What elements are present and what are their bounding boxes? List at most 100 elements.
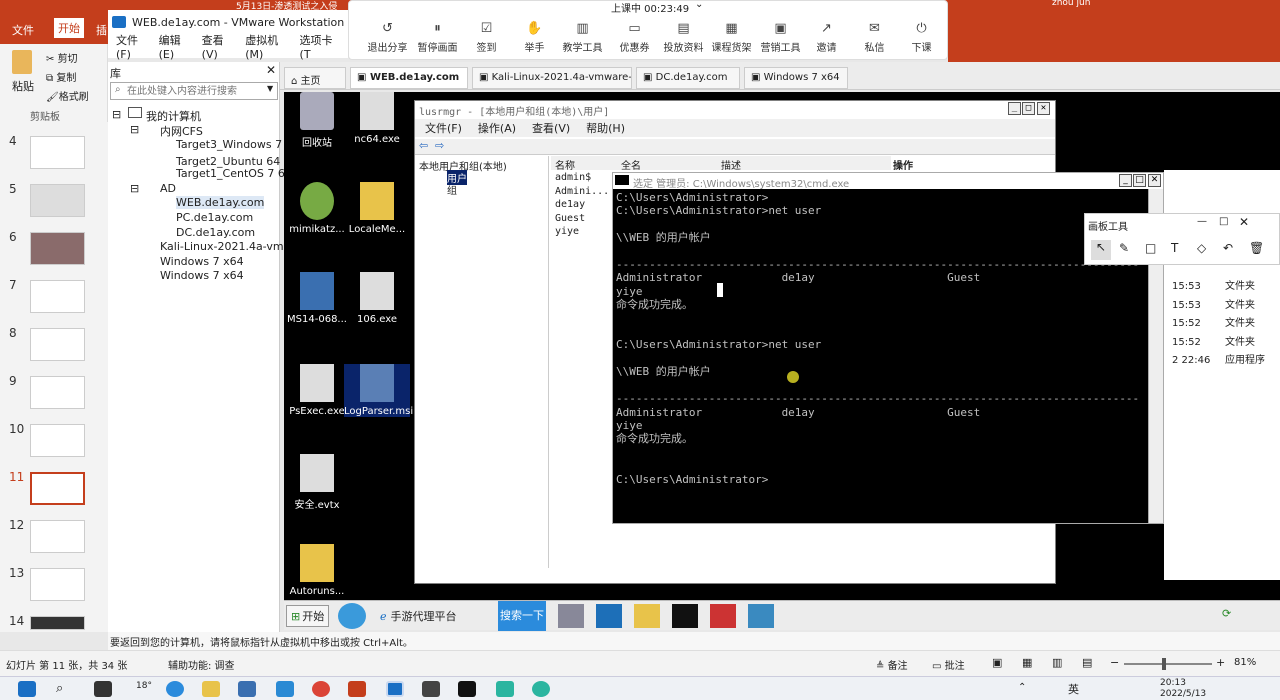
slide-thumb[interactable]	[30, 232, 85, 265]
menu-view[interactable]: 查看(V)	[532, 120, 570, 136]
library-search-box[interactable]: ⌕ ▼	[110, 82, 278, 100]
comments-button[interactable]: ▭ 批注	[932, 657, 965, 672]
menu-help[interactable]: 帮助(H)	[586, 120, 625, 136]
maximize-icon[interactable]: □	[1219, 216, 1228, 227]
desktop-icon-recycle-bin[interactable]: 回收站	[284, 92, 350, 149]
menu-tabs[interactable]: 选项卡(T	[300, 32, 336, 61]
close-icon[interactable]: ✕	[1239, 215, 1249, 229]
tree-group-cfs[interactable]: 内网CFS	[160, 123, 203, 139]
slide-thumb-active[interactable]	[30, 472, 85, 505]
screenshot-app-icon[interactable]	[422, 681, 440, 697]
tree-toggle-icon[interactable]: ⊟	[112, 108, 121, 121]
end-class-button[interactable]: ⏻ 下课	[897, 21, 946, 54]
start-icon[interactable]	[18, 681, 36, 697]
clock-date[interactable]: 2022/5/13	[1160, 689, 1206, 699]
menu-file[interactable]: 文件(F)	[425, 120, 462, 136]
explorer-icon[interactable]	[634, 604, 660, 628]
search-icon[interactable]: ⌕	[56, 681, 74, 697]
list-item[interactable]: Admini...	[555, 185, 609, 199]
desktop-icon-psexec[interactable]: PsExec.exe	[284, 364, 350, 417]
tree-vm-item[interactable]: Windows 7 x64	[160, 255, 244, 268]
tree-vm-item[interactable]: Windows 7 x64	[160, 269, 244, 282]
start-button[interactable]: ⊞ 开始	[286, 605, 330, 627]
powerpoint-icon[interactable]	[348, 681, 366, 697]
mail-icon[interactable]	[238, 681, 256, 697]
back-icon[interactable]: ⇦	[419, 139, 428, 152]
tree-group-ad[interactable]: AD	[160, 182, 176, 195]
search-button[interactable]: 搜索一下	[498, 601, 546, 631]
close-icon[interactable]: ✕	[266, 63, 276, 77]
teaching-tools-button[interactable]: ▥ 教学工具	[558, 21, 607, 54]
tree-toggle-icon[interactable]: ⊟	[130, 123, 139, 136]
slide-thumb[interactable]	[30, 376, 85, 409]
task-view-icon[interactable]	[94, 681, 112, 697]
text-tool-icon[interactable]: T	[1171, 241, 1178, 255]
slide-thumb[interactable]	[30, 568, 85, 601]
slide-thumb[interactable]	[30, 280, 85, 313]
undo-tool-icon[interactable]: ↶	[1223, 241, 1233, 255]
eraser-tool-icon[interactable]: ◇	[1197, 241, 1206, 255]
minimize-button[interactable]: _	[1119, 174, 1132, 187]
maximize-button[interactable]: □	[1022, 102, 1035, 115]
sorter-view-icon[interactable]: ▦	[1022, 656, 1032, 669]
app-icon[interactable]	[276, 681, 294, 697]
maximize-button[interactable]: □	[1133, 174, 1146, 187]
cmd-task-icon[interactable]	[672, 604, 698, 628]
menu-view[interactable]: 查看(V)	[202, 32, 234, 61]
minimize-icon[interactable]: —	[1197, 216, 1207, 227]
close-button[interactable]: ✕	[1148, 174, 1161, 187]
tree-vm-item[interactable]: Kali-Linux-2021.4a-vmwa	[160, 240, 299, 253]
forward-icon[interactable]: ⇨	[435, 139, 444, 152]
tree-vm-item[interactable]: Target3_Windows 7 (	[176, 138, 290, 151]
tree-vm-item-selected[interactable]: WEB.de1ay.com	[176, 196, 265, 209]
format-painter-button[interactable]: 🖌格式刷	[46, 88, 89, 103]
desktop-icon-logparser[interactable]: LogParser.msi	[344, 364, 413, 417]
list-item[interactable]: admin$	[555, 171, 609, 185]
menu-edit[interactable]: 编辑(E)	[159, 32, 190, 61]
users-icon[interactable]	[748, 604, 774, 628]
menu-action[interactable]: 操作(A)	[478, 120, 516, 136]
library-search-input[interactable]	[127, 84, 259, 98]
slideshow-icon[interactable]: ▤	[1082, 656, 1092, 669]
tab-file[interactable]: 文件	[12, 22, 34, 38]
rectangle-tool-icon[interactable]: □	[1145, 241, 1156, 255]
slide-thumb[interactable]	[30, 424, 85, 457]
minimize-button[interactable]: _	[1008, 102, 1021, 115]
browser-logo-icon[interactable]	[338, 603, 366, 629]
vmware-icon[interactable]	[386, 681, 404, 697]
edge-icon[interactable]	[166, 681, 184, 697]
file-explorer-icon[interactable]	[202, 681, 220, 697]
tab-kali[interactable]: ▣ Kali-Linux-2021.4a-vmware-am...	[472, 67, 632, 89]
private-message-button[interactable]: ✉ 私信	[850, 21, 899, 54]
tab-home[interactable]: 开始	[54, 18, 84, 38]
zoom-level[interactable]: 81%	[1234, 657, 1256, 668]
invite-button[interactable]: ↗ 邀请	[802, 21, 851, 54]
tray-chevron-icon[interactable]: ⌃	[1018, 682, 1026, 693]
tray-icon[interactable]: ⟳	[1222, 607, 1231, 620]
pause-screen-button[interactable]: ⏸ 暂停画面	[413, 21, 462, 54]
desktop-icon-106[interactable]: 106.exe	[344, 272, 410, 325]
raise-hand-button[interactable]: ✋ 举手	[510, 21, 559, 54]
input-language[interactable]: 英	[1068, 681, 1079, 697]
accessibility-status[interactable]: 辅助功能: 调查	[168, 657, 235, 672]
dropdown-arrow-icon[interactable]: ▼	[267, 84, 273, 93]
tree-toggle-icon[interactable]: ⊟	[130, 182, 139, 195]
slide-thumb[interactable]	[30, 136, 85, 169]
toolbox-icon[interactable]	[710, 604, 736, 628]
course-shelf-button[interactable]: ▦ 课程货架	[707, 21, 756, 54]
desktop-icon-autoruns[interactable]: Autoruns...	[284, 544, 350, 597]
tree-vm-item[interactable]: PC.de1ay.com	[176, 211, 253, 224]
tree-my-computer[interactable]: 我的计算机	[146, 108, 201, 124]
marketing-tools-button[interactable]: ▣ 营销工具	[756, 21, 805, 54]
desktop-icon-ms14[interactable]: MS14-068...	[284, 272, 350, 325]
reading-view-icon[interactable]: ▥	[1052, 656, 1062, 669]
select-tool-icon[interactable]: ↖	[1091, 240, 1111, 260]
notes-button[interactable]: ≜ 备注	[876, 657, 908, 672]
slide-thumb[interactable]	[30, 616, 85, 630]
tree-groups[interactable]: 组	[447, 182, 457, 197]
server-manager-icon[interactable]	[558, 604, 584, 628]
normal-view-icon[interactable]: ▣	[992, 656, 1002, 669]
menu-vm[interactable]: 虚拟机(M)	[245, 32, 287, 61]
coupon-button[interactable]: ▭ 优惠券	[610, 21, 659, 54]
paste-label[interactable]: 粘贴	[12, 78, 34, 94]
